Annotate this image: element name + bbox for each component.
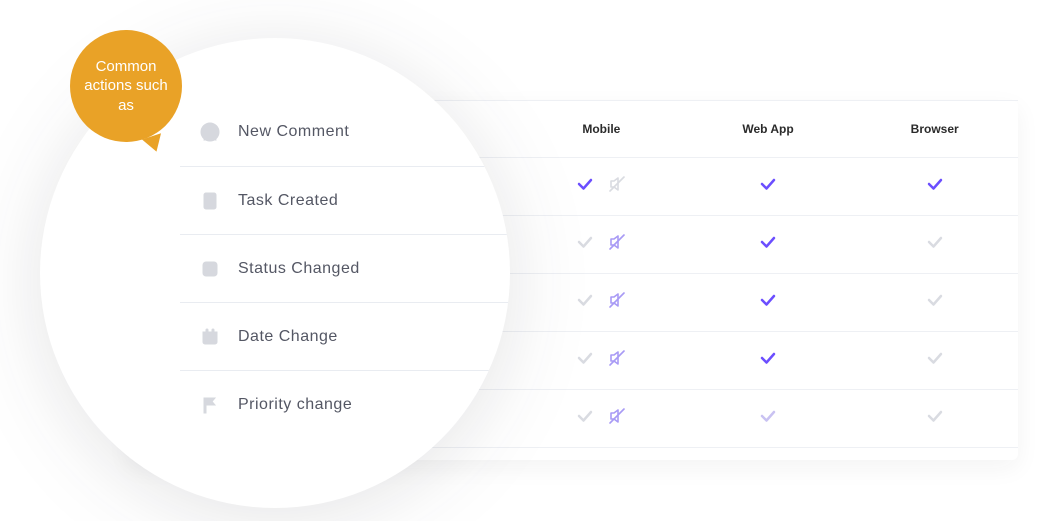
cell-webapp	[685, 233, 852, 256]
check-icon[interactable]	[926, 291, 944, 314]
check-icon[interactable]	[576, 175, 594, 198]
list-item[interactable]: Task Created	[180, 166, 510, 234]
cell-browser	[851, 233, 1018, 256]
cell-browser	[851, 349, 1018, 372]
mobile-toggle-group	[576, 175, 626, 198]
cell-webapp	[685, 175, 852, 198]
person-icon	[200, 122, 220, 142]
square-icon	[200, 259, 220, 279]
mute-icon[interactable]	[608, 175, 626, 198]
mobile-toggle-group	[576, 407, 626, 430]
mute-icon[interactable]	[608, 291, 626, 314]
cell-mobile	[518, 407, 685, 430]
check-icon[interactable]	[926, 407, 944, 430]
doc-icon	[200, 191, 220, 211]
check-icon[interactable]	[926, 175, 944, 198]
list-item[interactable]: New Comment	[180, 98, 510, 166]
mute-icon[interactable]	[608, 349, 626, 372]
list-item-label: Status Changed	[238, 260, 360, 278]
check-icon[interactable]	[576, 407, 594, 430]
check-icon[interactable]	[576, 291, 594, 314]
column-header-webapp: Web App	[685, 122, 852, 136]
list-item[interactable]: Date Change	[180, 302, 510, 370]
annotation-bubble: Common actions such as	[70, 30, 182, 142]
check-icon[interactable]	[576, 349, 594, 372]
cell-webapp	[685, 349, 852, 372]
column-header-mobile: Mobile	[518, 122, 685, 136]
list-item-label: Task Created	[238, 192, 338, 210]
cell-mobile	[518, 233, 685, 256]
check-icon[interactable]	[759, 407, 777, 430]
check-icon[interactable]	[759, 233, 777, 256]
list-item-label: New Comment	[238, 123, 349, 141]
cell-browser	[851, 407, 1018, 430]
cell-mobile	[518, 175, 685, 198]
list-item-label: Priority change	[238, 396, 352, 414]
list-item-label: Date Change	[238, 328, 338, 346]
flag-icon	[200, 395, 220, 415]
mute-icon[interactable]	[608, 233, 626, 256]
check-icon[interactable]	[926, 233, 944, 256]
annotation-bubble-text: Common actions such as	[76, 57, 176, 116]
actions-list: New Comment Task Created Status Changed …	[180, 98, 510, 438]
stage: Mobile Web App Browser	[0, 0, 1047, 521]
column-header-browser: Browser	[851, 122, 1018, 136]
mute-icon[interactable]	[608, 407, 626, 430]
cell-webapp	[685, 407, 852, 430]
check-icon[interactable]	[759, 349, 777, 372]
list-item[interactable]: Priority change	[180, 370, 510, 438]
mobile-toggle-group	[576, 233, 626, 256]
check-icon[interactable]	[759, 175, 777, 198]
list-item[interactable]: Status Changed	[180, 234, 510, 302]
check-icon[interactable]	[926, 349, 944, 372]
cell-webapp	[685, 291, 852, 314]
calendar-icon	[200, 327, 220, 347]
mobile-toggle-group	[576, 349, 626, 372]
cell-browser	[851, 291, 1018, 314]
cell-mobile	[518, 349, 685, 372]
cell-browser	[851, 175, 1018, 198]
check-icon[interactable]	[576, 233, 594, 256]
cell-mobile	[518, 291, 685, 314]
check-icon[interactable]	[759, 291, 777, 314]
mobile-toggle-group	[576, 291, 626, 314]
